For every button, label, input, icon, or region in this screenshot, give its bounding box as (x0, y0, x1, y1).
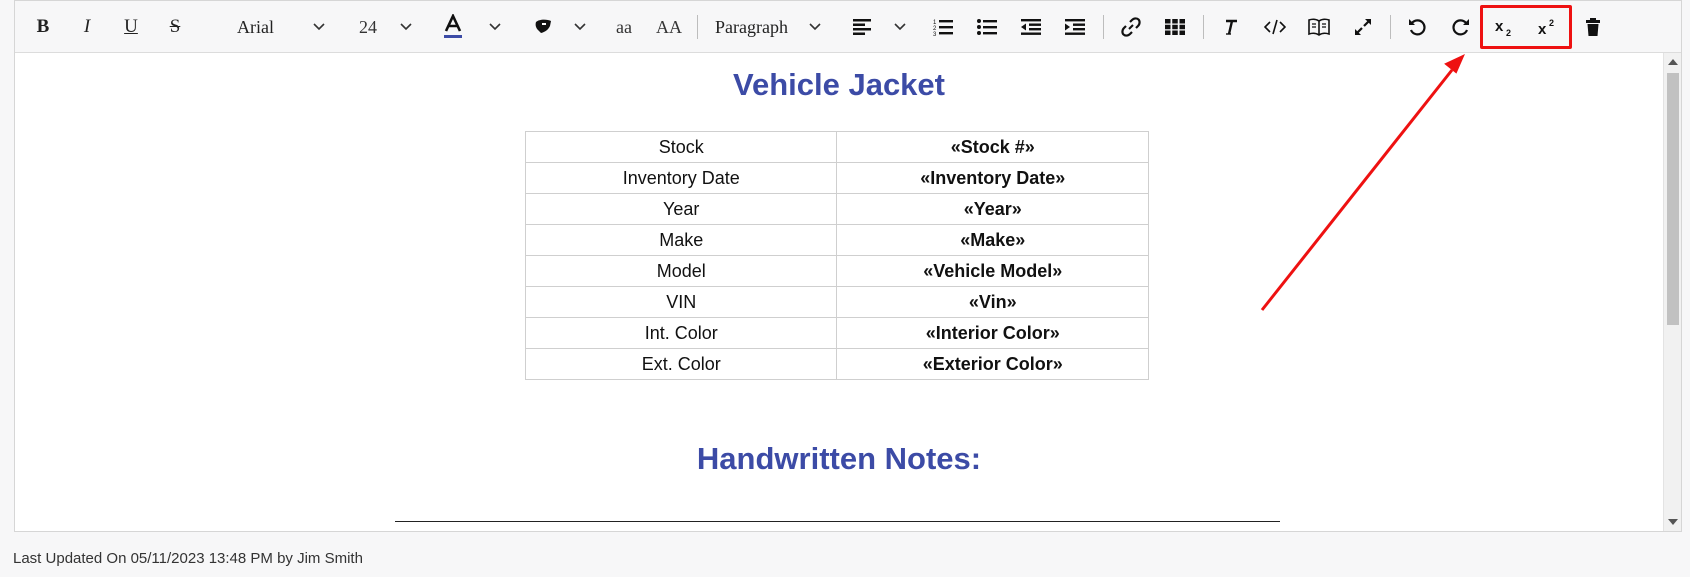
code-view-button[interactable] (1259, 9, 1291, 45)
open-book-icon (1308, 18, 1330, 36)
merge-field-value: «Vehicle Model» (836, 255, 1149, 287)
scroll-up-arrow-icon[interactable] (1668, 59, 1678, 65)
strikethrough-button[interactable]: S (159, 9, 191, 45)
clear-formatting-button[interactable] (1215, 9, 1247, 45)
svg-text:2: 2 (1506, 28, 1511, 37)
table-row: Int. Color «Interior Color» (524, 317, 1149, 349)
table-row: Inventory Date «Inventory Date» (524, 162, 1149, 194)
redo-button[interactable] (1445, 9, 1477, 45)
table-grid-icon (1165, 19, 1185, 35)
font-family-select[interactable]: Arial (215, 9, 299, 45)
delete-button[interactable] (1577, 9, 1609, 45)
table-row: VIN «Vin» (524, 286, 1149, 318)
font-size-select[interactable]: 24 (345, 9, 391, 45)
expand-icon (1355, 19, 1371, 35)
merge-field-value: «Interior Color» (836, 317, 1149, 349)
chevron-down-icon[interactable] (807, 9, 823, 45)
handwritten-notes-heading: Handwritten Notes: (696, 441, 982, 476)
subscript-button[interactable]: x 2 (1487, 9, 1523, 45)
chevron-down-icon[interactable] (311, 9, 327, 45)
undo-button[interactable] (1401, 9, 1433, 45)
uppercase-button[interactable]: AA (649, 9, 689, 45)
unordered-list-button[interactable] (971, 9, 1003, 45)
superscript-icon: x 2 (1538, 18, 1554, 37)
font-color-icon (444, 14, 462, 38)
code-icon (1264, 19, 1286, 35)
field-label: VIN (524, 286, 838, 318)
highlight-color-button[interactable] (527, 9, 559, 45)
merge-field-value: «Exterior Color» (836, 348, 1149, 380)
toolbar-separator (1103, 15, 1104, 39)
bold-button[interactable]: B (27, 9, 59, 45)
block-format-select[interactable]: Paragraph (709, 9, 811, 45)
chevron-down-icon[interactable] (892, 9, 908, 45)
field-label: Year (524, 193, 838, 225)
scrollbar-thumb[interactable] (1667, 73, 1679, 325)
last-updated-footer: Last Updated On 05/11/2023 13:48 PM by J… (13, 550, 363, 567)
field-label: Model (524, 255, 838, 287)
ordered-list-button[interactable]: 1 2 3 (927, 9, 959, 45)
align-left-button[interactable] (847, 9, 879, 45)
subscript-icon: x 2 (1495, 18, 1511, 37)
merge-field-value: «Stock #» (836, 131, 1149, 163)
block-format-value: Paragraph (715, 16, 788, 37)
lowercase-button[interactable]: aa (607, 9, 641, 45)
indent-button[interactable] (1059, 9, 1091, 45)
field-label: Inventory Date (524, 162, 838, 194)
chevron-down-icon[interactable] (398, 9, 414, 45)
font-size-value: 24 (359, 16, 377, 37)
editor-content-area[interactable]: Vehicle Jacket Stock «Stock #» Inventory D… (15, 53, 1663, 531)
field-label: Int. Color (524, 317, 838, 349)
merge-field-value: «Vin» (836, 286, 1149, 318)
table-row: Stock «Stock #» (524, 131, 1149, 163)
document-title: Vehicle Jacket (733, 67, 945, 102)
table-row: Year «Year» (524, 193, 1149, 225)
chevron-down-icon[interactable] (572, 9, 588, 45)
align-left-icon (853, 19, 871, 35)
redo-icon (1452, 19, 1469, 36)
preview-button[interactable] (1303, 9, 1335, 45)
merge-field-value: «Make» (836, 224, 1149, 256)
link-icon (1121, 17, 1141, 37)
merge-field-value: «Inventory Date» (836, 162, 1149, 194)
merge-field-value: «Year» (836, 193, 1149, 225)
table-row: Ext. Color «Exterior Color» (524, 348, 1149, 380)
paint-brush-icon (535, 19, 551, 33)
field-label: Stock (524, 131, 838, 163)
trash-icon (1586, 18, 1600, 36)
toolbar-separator (697, 15, 698, 39)
indent-icon (1065, 19, 1085, 35)
svg-text:2: 2 (1549, 18, 1554, 28)
clear-format-icon (1226, 19, 1237, 35)
vertical-scrollbar[interactable] (1663, 53, 1681, 531)
field-label: Make (524, 224, 838, 256)
outdent-icon (1021, 19, 1041, 35)
outdent-button[interactable] (1015, 9, 1047, 45)
svg-text:x: x (1495, 18, 1504, 35)
scroll-down-arrow-icon[interactable] (1668, 519, 1678, 525)
toolbar-separator (1203, 15, 1204, 39)
font-color-button[interactable] (437, 9, 469, 45)
insert-link-button[interactable] (1115, 9, 1147, 45)
bullet-list-icon (977, 19, 997, 35)
field-label: Ext. Color (524, 348, 838, 380)
insert-table-button[interactable] (1159, 9, 1191, 45)
vehicle-info-table: Stock «Stock #» Inventory Date «Inventory D… (524, 131, 1149, 380)
notes-line (395, 521, 1280, 522)
font-family-value: Arial (237, 16, 274, 37)
superscript-button[interactable]: x 2 (1530, 9, 1566, 45)
italic-button[interactable]: I (71, 9, 103, 45)
ordered-list-icon: 1 2 3 (933, 20, 953, 36)
table-row: Model «Vehicle Model» (524, 255, 1149, 287)
fullscreen-button[interactable] (1347, 9, 1379, 45)
table-row: Make «Make» (524, 224, 1149, 256)
rich-text-editor: B I U S Arial 24 aa AA Paragraph 1 2 3 x… (14, 0, 1682, 532)
underline-button[interactable]: U (115, 9, 147, 45)
editor-toolbar: B I U S Arial 24 aa AA Paragraph 1 2 3 x… (15, 1, 1681, 53)
undo-icon (1409, 19, 1426, 36)
svg-text:3: 3 (933, 32, 937, 36)
svg-text:x: x (1538, 21, 1547, 37)
chevron-down-icon[interactable] (487, 9, 503, 45)
toolbar-separator (1390, 15, 1391, 39)
